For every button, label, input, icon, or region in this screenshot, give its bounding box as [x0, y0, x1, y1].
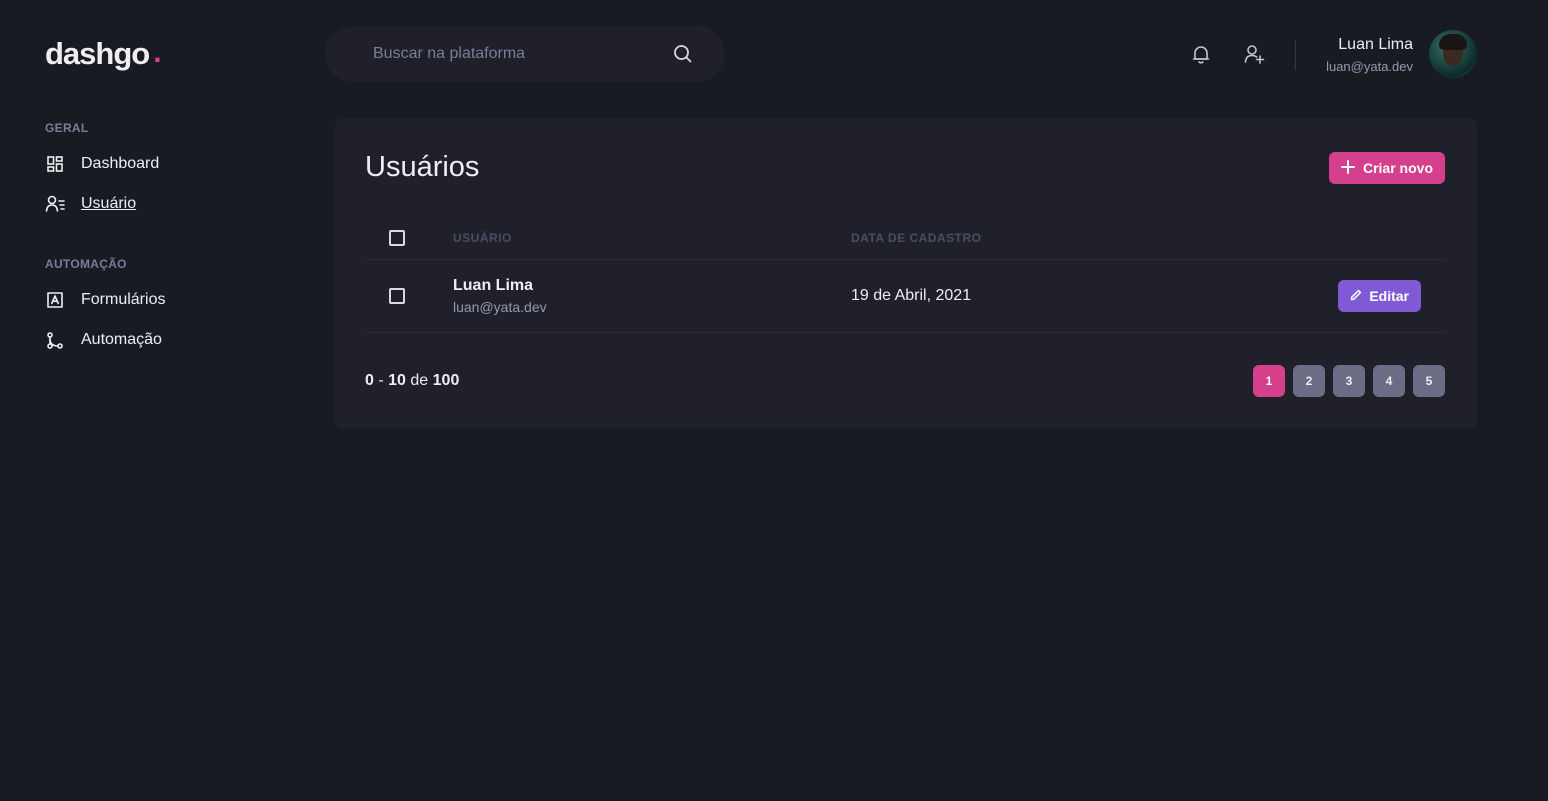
brand-logo[interactable]: dashgo. [45, 36, 162, 72]
table-header-row: USUÁRIO DATA DE CADASTRO [365, 218, 1445, 260]
users-table: USUÁRIO DATA DE CADASTRO Luan Lima luan@… [365, 218, 1445, 333]
app: dashgo. Luan Lima luan@yata.dev [0, 0, 1548, 801]
pagination-from: 0 [365, 371, 374, 389]
sidebar-item-label: Dashboard [81, 155, 160, 172]
pagination-of: de [410, 371, 429, 389]
git-merge-icon [45, 330, 65, 350]
pagination-separator: - [378, 371, 384, 389]
card-header: Usuários Criar novo [365, 150, 1445, 186]
avatar-hair [1439, 34, 1467, 50]
pencil-icon [1350, 288, 1362, 304]
edit-button[interactable]: Editar [1338, 279, 1421, 312]
sidebar-item-usuario[interactable]: Usuário [45, 192, 285, 216]
user-add-icon[interactable] [1243, 43, 1265, 65]
brand-dot: . [153, 36, 161, 69]
sidebar-section-general: GERAL Dashboard Usuário [45, 120, 285, 216]
pagination-to: 10 [388, 371, 406, 389]
user-cell: Luan Lima luan@yata.dev [453, 259, 851, 333]
profile-name: Luan Lima [1338, 36, 1413, 53]
select-all-checkbox[interactable] [389, 230, 405, 247]
sidebar: GERAL Dashboard Usuário AUTOMAÇÃO Formul… [45, 120, 285, 352]
profile-info[interactable]: Luan Lima luan@yata.dev [1326, 35, 1413, 74]
sidebar-item-automacao[interactable]: Automação [45, 328, 285, 352]
page-buttons: 1 2 3 4 5 [1253, 364, 1445, 397]
section-title-automation: AUTOMAÇÃO [45, 257, 127, 271]
row-checkbox[interactable] [389, 287, 405, 304]
section-title-general: GERAL [45, 121, 89, 135]
page-button-5[interactable]: 5 [1413, 364, 1445, 397]
action-cell: Editar [1177, 259, 1445, 333]
users-icon [45, 194, 65, 214]
user-name: Luan Lima [453, 276, 534, 294]
page-button-1[interactable]: 1 [1253, 364, 1285, 397]
plus-icon [1340, 159, 1355, 177]
user-email: luan@yata.dev [453, 298, 547, 315]
pagination-total: 100 [432, 371, 460, 389]
profile-email: luan@yata.dev [1326, 59, 1413, 74]
pagination: 0 - 10 de 100 1 2 3 4 5 [365, 364, 1445, 397]
page-button-4[interactable]: 4 [1373, 364, 1405, 397]
header-user: USUÁRIO [453, 218, 851, 260]
sidebar-item-formularios[interactable]: Formulários [45, 288, 285, 312]
pagination-info: 0 - 10 de 100 [365, 372, 459, 390]
header-actions [1177, 218, 1445, 260]
page-button-3[interactable]: 3 [1333, 364, 1365, 397]
search-icon[interactable] [673, 44, 693, 64]
table-row: Luan Lima luan@yata.dev 19 de Abril, 202… [365, 259, 1445, 333]
row-checkbox-cell [365, 259, 453, 333]
create-new-label: Criar novo [1362, 160, 1433, 176]
sidebar-item-label: Usuário [81, 195, 137, 212]
header-date: DATA DE CADASTRO [851, 218, 1178, 260]
create-new-button[interactable]: Criar novo [1328, 152, 1445, 184]
avatar[interactable] [1429, 30, 1477, 78]
sidebar-item-label: Automação [81, 331, 162, 348]
sidebar-section-automation: AUTOMAÇÃO Formulários Automação [45, 256, 285, 352]
dashboard-icon [45, 154, 65, 174]
brand-name: dashgo [45, 36, 150, 71]
header-checkbox-cell [365, 218, 453, 260]
users-card: Usuários Criar novo USUÁRIO DATA DE CADA… [335, 118, 1477, 429]
sidebar-item-label: Formulários [81, 291, 166, 308]
page-title: Usuários [365, 150, 480, 183]
form-icon [45, 290, 65, 310]
header-divider [1295, 40, 1296, 70]
bell-icon[interactable] [1190, 43, 1212, 65]
search-input[interactable] [373, 45, 673, 63]
edit-label: Editar [1369, 287, 1409, 304]
search-bar[interactable] [325, 26, 725, 82]
sidebar-item-dashboard[interactable]: Dashboard [45, 152, 285, 176]
page-button-2[interactable]: 2 [1293, 364, 1325, 397]
registration-date: 19 de Abril, 2021 [851, 259, 1178, 333]
